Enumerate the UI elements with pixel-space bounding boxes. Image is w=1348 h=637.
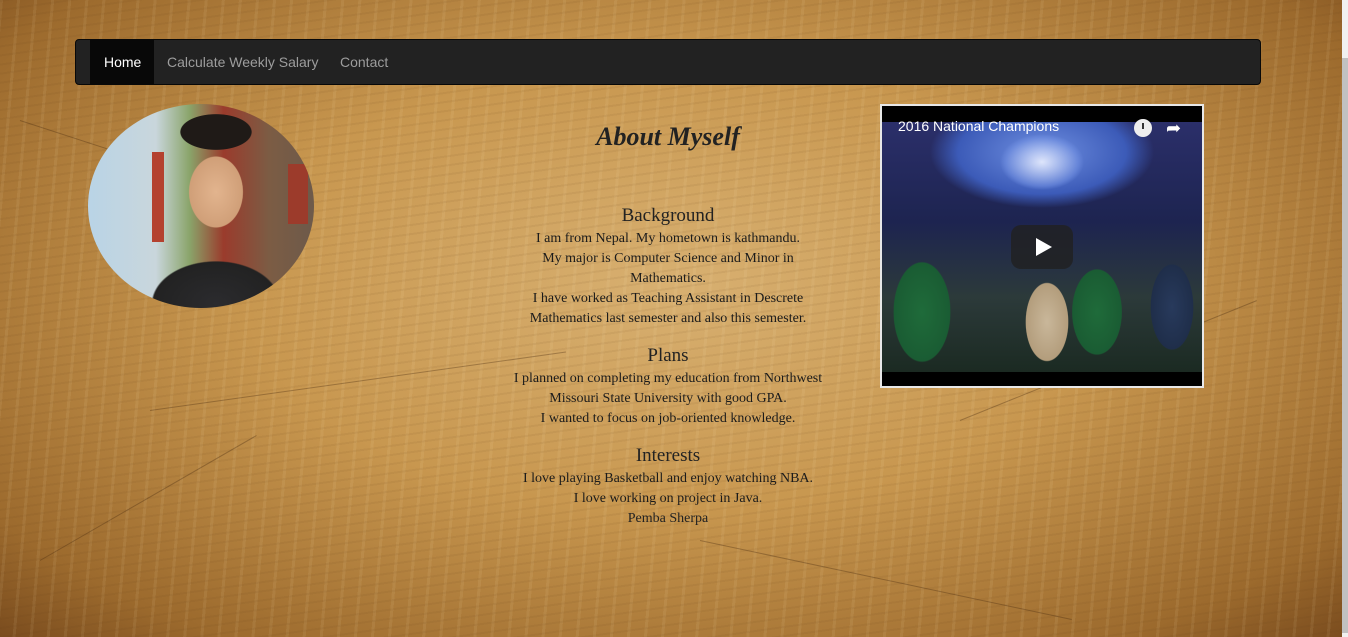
background-line: I am from Nepal. My hometown is kathmand… (535, 231, 800, 246)
plans-heading: Plans (647, 345, 689, 366)
about-content: About Myself Background I am from Nepal.… (470, 110, 866, 529)
nav-home-link[interactable]: Home (90, 40, 154, 84)
play-icon[interactable] (1011, 225, 1073, 269)
nav-calculate-weekly-salary-link[interactable]: Calculate Weekly Salary (153, 40, 332, 84)
interests-line: I love playing Basketball and enjoy watc… (522, 471, 814, 486)
background-line: My major is Computer Science and Minor i… (542, 251, 794, 286)
background-line: I have worked as Teaching Assistant in D… (529, 291, 807, 326)
interests-section: Interests I love playing Basketball and … (470, 443, 866, 509)
watch-later-icon[interactable] (1134, 119, 1152, 137)
video-title[interactable]: 2016 National Champions (898, 118, 1059, 134)
plans-line: I planned on completing my education fro… (513, 371, 823, 406)
scrollbar-thumb[interactable] (1342, 58, 1348, 633)
page-title: About Myself (596, 122, 740, 151)
page-scrollbar[interactable] (1342, 0, 1348, 637)
plans-section: Plans I planned on completing my educati… (470, 343, 866, 429)
interests-heading: Interests (635, 445, 701, 466)
share-icon[interactable]: ➦ (1166, 118, 1181, 139)
background-heading: Background (621, 205, 715, 226)
nav-contact-link[interactable]: Contact (326, 40, 402, 84)
photo-bridge-tower (152, 152, 164, 242)
video-embed[interactable]: 2016 National Champions ➦ (880, 104, 1204, 388)
interests-line: I love working on project in Java. (573, 491, 763, 506)
author-name: Pemba Sherpa (627, 511, 709, 526)
plans-line: I wanted to focus on job-oriented knowle… (540, 411, 796, 426)
photo-bridge-tower (288, 164, 308, 224)
background-section: Background I am from Nepal. My hometown … (470, 203, 866, 329)
profile-photo (88, 104, 314, 308)
top-navbar: Home Calculate Weekly Salary Contact (75, 39, 1261, 85)
